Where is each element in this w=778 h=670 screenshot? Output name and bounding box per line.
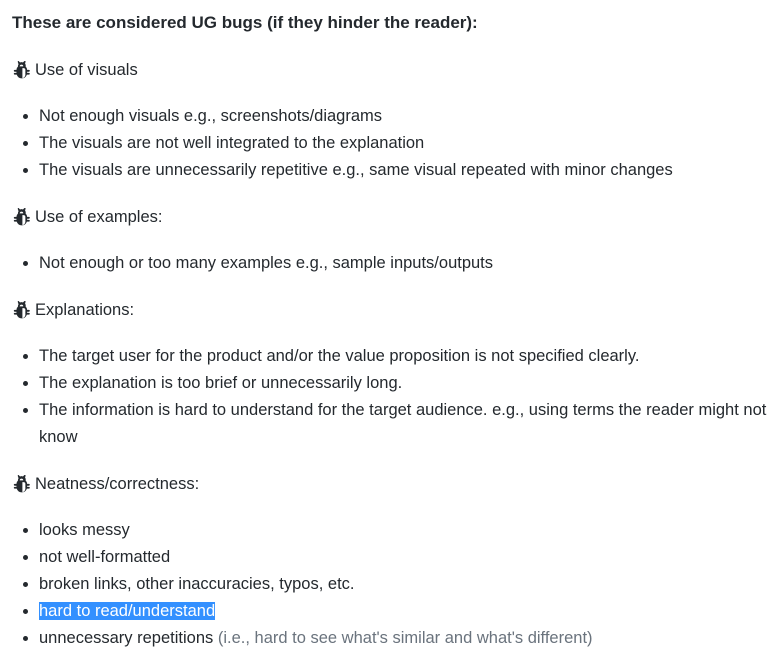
bug-icon [13,300,30,318]
ug-bugs-document: These are considered UG bugs (if they hi… [12,8,772,670]
section-title-neatness: Neatness/correctness: [12,469,772,499]
list-item-text: unnecessary repetitions [39,629,214,647]
section-title-text: Use of examples: [35,208,163,226]
list-item: The information is hard to understand fo… [39,397,772,451]
visuals-list: Not enough visuals e.g., screenshots/dia… [12,103,772,184]
page-heading: These are considered UG bugs (if they hi… [12,13,478,32]
list-item: The visuals are not well integrated to t… [39,130,772,157]
bug-icon [13,474,30,492]
list-item: not well-formatted [39,544,772,571]
list-item: The target user for the product and/or t… [39,343,772,370]
section-title-examples: Use of examples: [12,202,772,232]
list-item-note: (i.e., hard to see what's similar and wh… [217,629,593,647]
bug-icon [13,60,30,78]
examples-list: Not enough or too many examples e.g., sa… [12,250,772,277]
list-item: looks messy [39,517,772,544]
list-item: The explanation is too brief or unnecess… [39,370,772,397]
section-title-explanations: Explanations: [12,295,772,325]
list-item: Not enough or too many examples e.g., sa… [39,250,772,277]
section-title-text: Use of visuals [35,61,138,79]
explanations-list: The target user for the product and/or t… [12,343,772,451]
list-item: The visuals are unnecessarily repetitive… [39,157,772,184]
list-item[interactable]: hard to read/understand [39,598,772,625]
list-item: Not enough visuals e.g., screenshots/dia… [39,103,772,130]
list-item: broken links, other inaccuracies, typos,… [39,571,772,598]
bug-icon [13,207,30,225]
section-title-text: Neatness/correctness: [35,475,200,493]
selected-text[interactable]: hard to read/understand [39,602,216,620]
neatness-list: looks messy not well-formatted broken li… [12,517,772,652]
section-title-text: Explanations: [35,301,135,319]
section-title-visuals: Use of visuals [12,55,772,85]
